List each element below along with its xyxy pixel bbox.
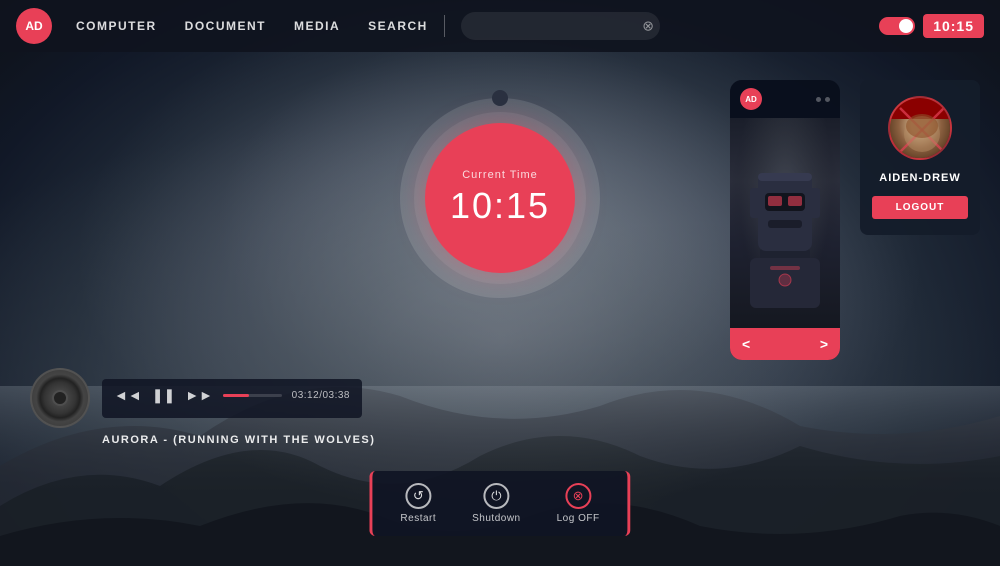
nav-clock-wrapper: 10:15 xyxy=(879,14,984,38)
media-player: ◄◄ ❚❚ ►► 03:12/03:38 AURORA - (RUNNING W… xyxy=(30,368,375,446)
nav-time: 10:15 xyxy=(923,14,984,38)
player-pause-button[interactable]: ❚❚ xyxy=(152,387,175,404)
nav-search-input[interactable] xyxy=(461,12,660,40)
nav-search-clear-icon[interactable]: ⊗ xyxy=(642,18,654,35)
clock-label: Current Time xyxy=(462,169,538,181)
shutdown-icon: ⏻ xyxy=(483,483,509,509)
clock-outer-ring: Current Time 10:15 xyxy=(400,98,600,298)
phone-dots xyxy=(816,97,830,102)
restart-icon: ↺ xyxy=(405,483,431,509)
player-time: 03:12/03:38 xyxy=(292,390,350,401)
player-top: ◄◄ ❚❚ ►► 03:12/03:38 xyxy=(30,368,362,428)
nav-item-search[interactable]: SEARCH xyxy=(368,19,428,33)
clock-face: Current Time 10:15 xyxy=(425,123,575,273)
player-next-button[interactable]: ►► xyxy=(185,387,213,403)
profile-avatar xyxy=(888,96,952,160)
nav-separator xyxy=(444,15,445,37)
player-prev-button[interactable]: ◄◄ xyxy=(114,387,142,403)
nav-item-computer[interactable]: COMPUTER xyxy=(76,19,157,33)
player-track: AURORA - (RUNNING WITH THE WOLVES) xyxy=(102,434,375,446)
phone-prev-button[interactable]: < xyxy=(742,336,750,352)
clock-widget: Current Time 10:15 xyxy=(400,90,600,298)
phone-footer: < > xyxy=(730,328,840,360)
clock-time: 10:15 xyxy=(450,185,550,227)
logoff-control[interactable]: ⊗ Log OFF xyxy=(557,483,600,524)
controls-bar: ↺ Restart ⏻ Shutdown ⊗ Log OFF xyxy=(369,471,630,536)
profile-logout-button[interactable]: LOGOUT xyxy=(872,196,968,219)
profile-name: AIDEN-DREW xyxy=(879,172,961,184)
player-progress-bar[interactable] xyxy=(223,394,282,397)
clock-inner-ring: Current Time 10:15 xyxy=(414,112,586,284)
player-controls: ◄◄ ❚❚ ►► 03:12/03:38 xyxy=(114,387,350,404)
system-controls: ↺ Restart ⏻ Shutdown ⊗ Log OFF xyxy=(369,471,630,536)
nav-item-media[interactable]: MEDIA xyxy=(294,19,340,33)
phone-dot-2 xyxy=(825,97,830,102)
shutdown-label: Shutdown xyxy=(472,513,520,524)
navbar: AD COMPUTER DOCUMENT MEDIA SEARCH ⊗ 10:1… xyxy=(0,0,1000,52)
phone-logo: AD xyxy=(740,88,762,110)
nav-search-wrapper: ⊗ xyxy=(461,12,662,40)
restart-label: Restart xyxy=(400,513,436,524)
phone-header: AD xyxy=(730,80,840,118)
avatar-svg xyxy=(890,98,952,160)
restart-control[interactable]: ↺ Restart xyxy=(400,483,436,524)
phone-next-button[interactable]: > xyxy=(820,336,828,352)
player-disc xyxy=(30,368,90,428)
logoff-label: Log OFF xyxy=(557,513,600,524)
phone-image xyxy=(730,118,840,328)
robot-svg xyxy=(730,118,840,318)
phone-widget: AD xyxy=(730,80,840,360)
nav-logo[interactable]: AD xyxy=(16,8,52,44)
player-controls-wrapper: ◄◄ ❚❚ ►► 03:12/03:38 xyxy=(102,379,362,418)
player-progress-fill xyxy=(223,394,249,397)
profile-card: AIDEN-DREW LOGOUT xyxy=(860,80,980,235)
nav-toggle[interactable] xyxy=(879,17,915,35)
clock-dot xyxy=(492,90,508,106)
phone-dot-1 xyxy=(816,97,821,102)
logoff-icon: ⊗ xyxy=(565,483,591,509)
nav-item-document[interactable]: DOCUMENT xyxy=(185,19,266,33)
nav-items: COMPUTER DOCUMENT MEDIA SEARCH xyxy=(76,19,428,33)
player-disc-inner xyxy=(52,390,68,406)
shutdown-control[interactable]: ⏻ Shutdown xyxy=(472,483,520,524)
